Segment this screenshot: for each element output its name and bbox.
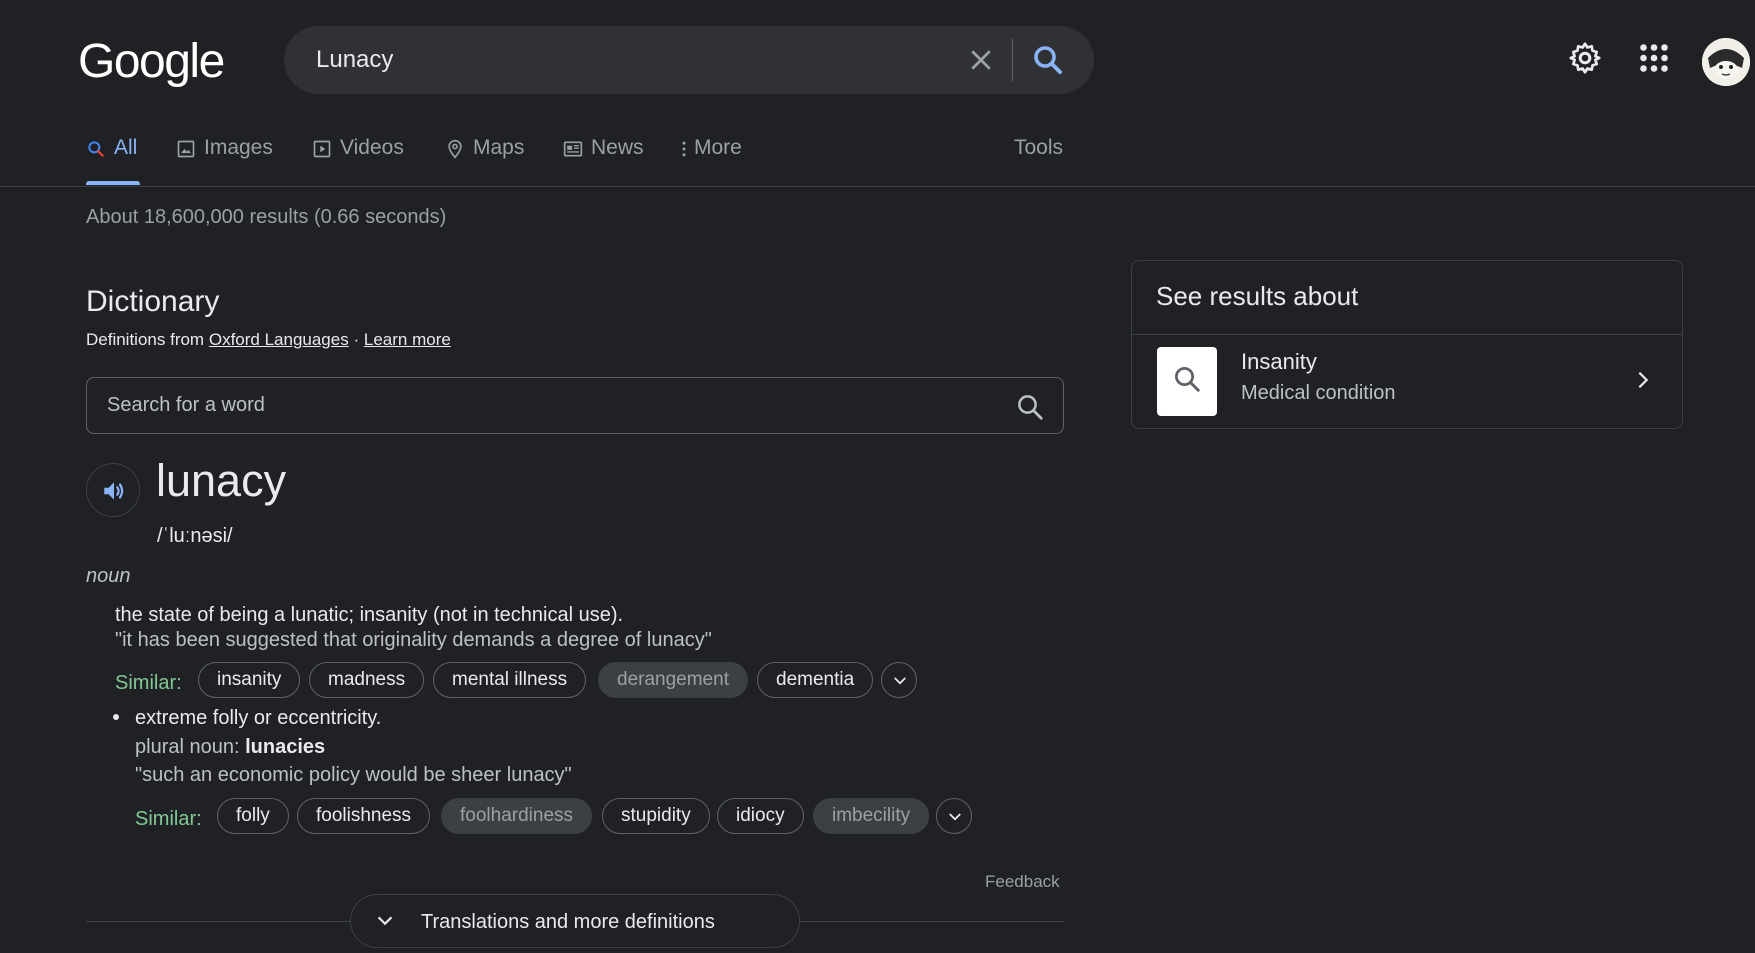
plural-form: plural noun: lunacies [135,736,325,759]
speaker-icon [104,482,124,500]
similar-chip[interactable]: foolhardiness [441,798,593,834]
similar-chip[interactable]: stupidity [602,798,710,834]
active-tab-indicator [86,181,140,185]
news-icon [563,141,583,157]
result-name: Insanity [1241,349,1317,374]
word-search-input[interactable] [107,378,967,433]
search-divider [1012,39,1013,81]
more-definitions-label: Translations and more definitions [421,911,715,933]
tab-maps[interactable]: Maps [445,136,524,186]
expand-similar-button[interactable] [881,662,917,698]
similar-chip[interactable]: idiocy [717,798,804,834]
similar-chip[interactable]: madness [309,662,425,698]
chevron-down-icon [894,677,906,685]
expand-similar-button[interactable] [936,798,972,834]
definition-1: the state of being a lunatic; insanity (… [115,604,624,626]
chevron-right-icon [1638,371,1649,389]
oxford-languages-link[interactable]: Oxford Languages [209,330,349,349]
search-bar[interactable]: Lunacy [284,26,1094,94]
tab-label: More [694,136,742,159]
search-icon [88,141,104,157]
more-definitions-button[interactable]: Translations and more definitions [350,894,800,948]
apps-grid-icon[interactable] [1636,40,1672,76]
similar-chip[interactable]: imbecility [813,798,930,834]
tab-label: Videos [340,136,404,159]
similar-chip[interactable]: dementia [757,662,874,698]
tab-more[interactable]: More [680,136,742,186]
result-about-insanity[interactable]: Insanity Medical condition [1132,335,1682,429]
tab-all[interactable]: All [86,136,140,186]
similar-chip[interactable]: foolishness [297,798,431,834]
search-query-text[interactable]: Lunacy [316,26,393,94]
feedback-link[interactable]: Feedback [985,872,1060,892]
result-stats: About 18,600,000 results (0.66 seconds) [86,206,447,228]
see-results-about-panel: See results about Insanity Medical condi… [1131,260,1683,429]
panel-title: See results about [1156,281,1359,311]
definition-2: extreme folly or eccentricity. [135,707,382,729]
tools-label: Tools [1014,136,1064,159]
result-thumbnail [1157,347,1217,416]
tab-videos[interactable]: Videos [312,136,404,186]
word-search-box[interactable] [86,377,1064,434]
dictionary-title: Dictionary [86,285,220,318]
search-icon[interactable] [1015,392,1045,422]
plural-value: lunacies [245,736,326,758]
similar-chip[interactable]: derangement [598,662,748,698]
image-icon [177,140,195,158]
search-icon [1175,367,1200,392]
more-vert-icon [682,141,686,157]
similar-label: Similar: [115,672,182,694]
similar-label: Similar: [135,808,202,830]
chevron-down-icon [377,916,393,926]
tabs-divider [0,186,1755,187]
plural-label: plural noun: [135,736,240,758]
similar-chip[interactable]: insanity [198,662,301,698]
clear-icon[interactable] [966,45,996,75]
google-logo[interactable]: Google [78,34,225,89]
tab-label: Maps [473,136,525,159]
result-subtitle: Medical condition [1241,382,1396,404]
avatar-image [1702,38,1750,86]
similar-chip[interactable]: folly [217,798,289,834]
source-separator: · [353,330,360,349]
search-icon[interactable] [1030,42,1066,78]
dictionary-source: Definitions from Oxford Languages · Lear… [86,330,451,350]
example-2: "such an economic policy would be sheer … [135,764,572,786]
pronunciation-button[interactable] [86,463,140,517]
learn-more-link[interactable]: Learn more [364,330,451,349]
tab-label: All [114,136,138,159]
gear-icon[interactable] [1567,40,1603,76]
video-icon [313,140,331,158]
map-pin-icon [448,139,462,159]
tab-images[interactable]: Images [176,136,273,186]
tab-news[interactable]: News [563,136,644,186]
tab-label: Images [204,136,273,159]
similar-chip[interactable]: mental illness [433,662,587,698]
tab-label: News [591,136,644,159]
phonetic: /ˈluːnəsi/ [157,525,233,547]
part-of-speech: noun [86,565,131,587]
avatar[interactable] [1702,38,1750,86]
tools-button[interactable]: Tools [1014,136,1063,186]
chevron-down-icon [949,813,961,821]
headword: lunacy [156,455,287,506]
bullet [113,714,119,720]
source-prefix: Definitions from [86,330,205,349]
example-1: "it has been suggested that originality … [115,629,712,651]
